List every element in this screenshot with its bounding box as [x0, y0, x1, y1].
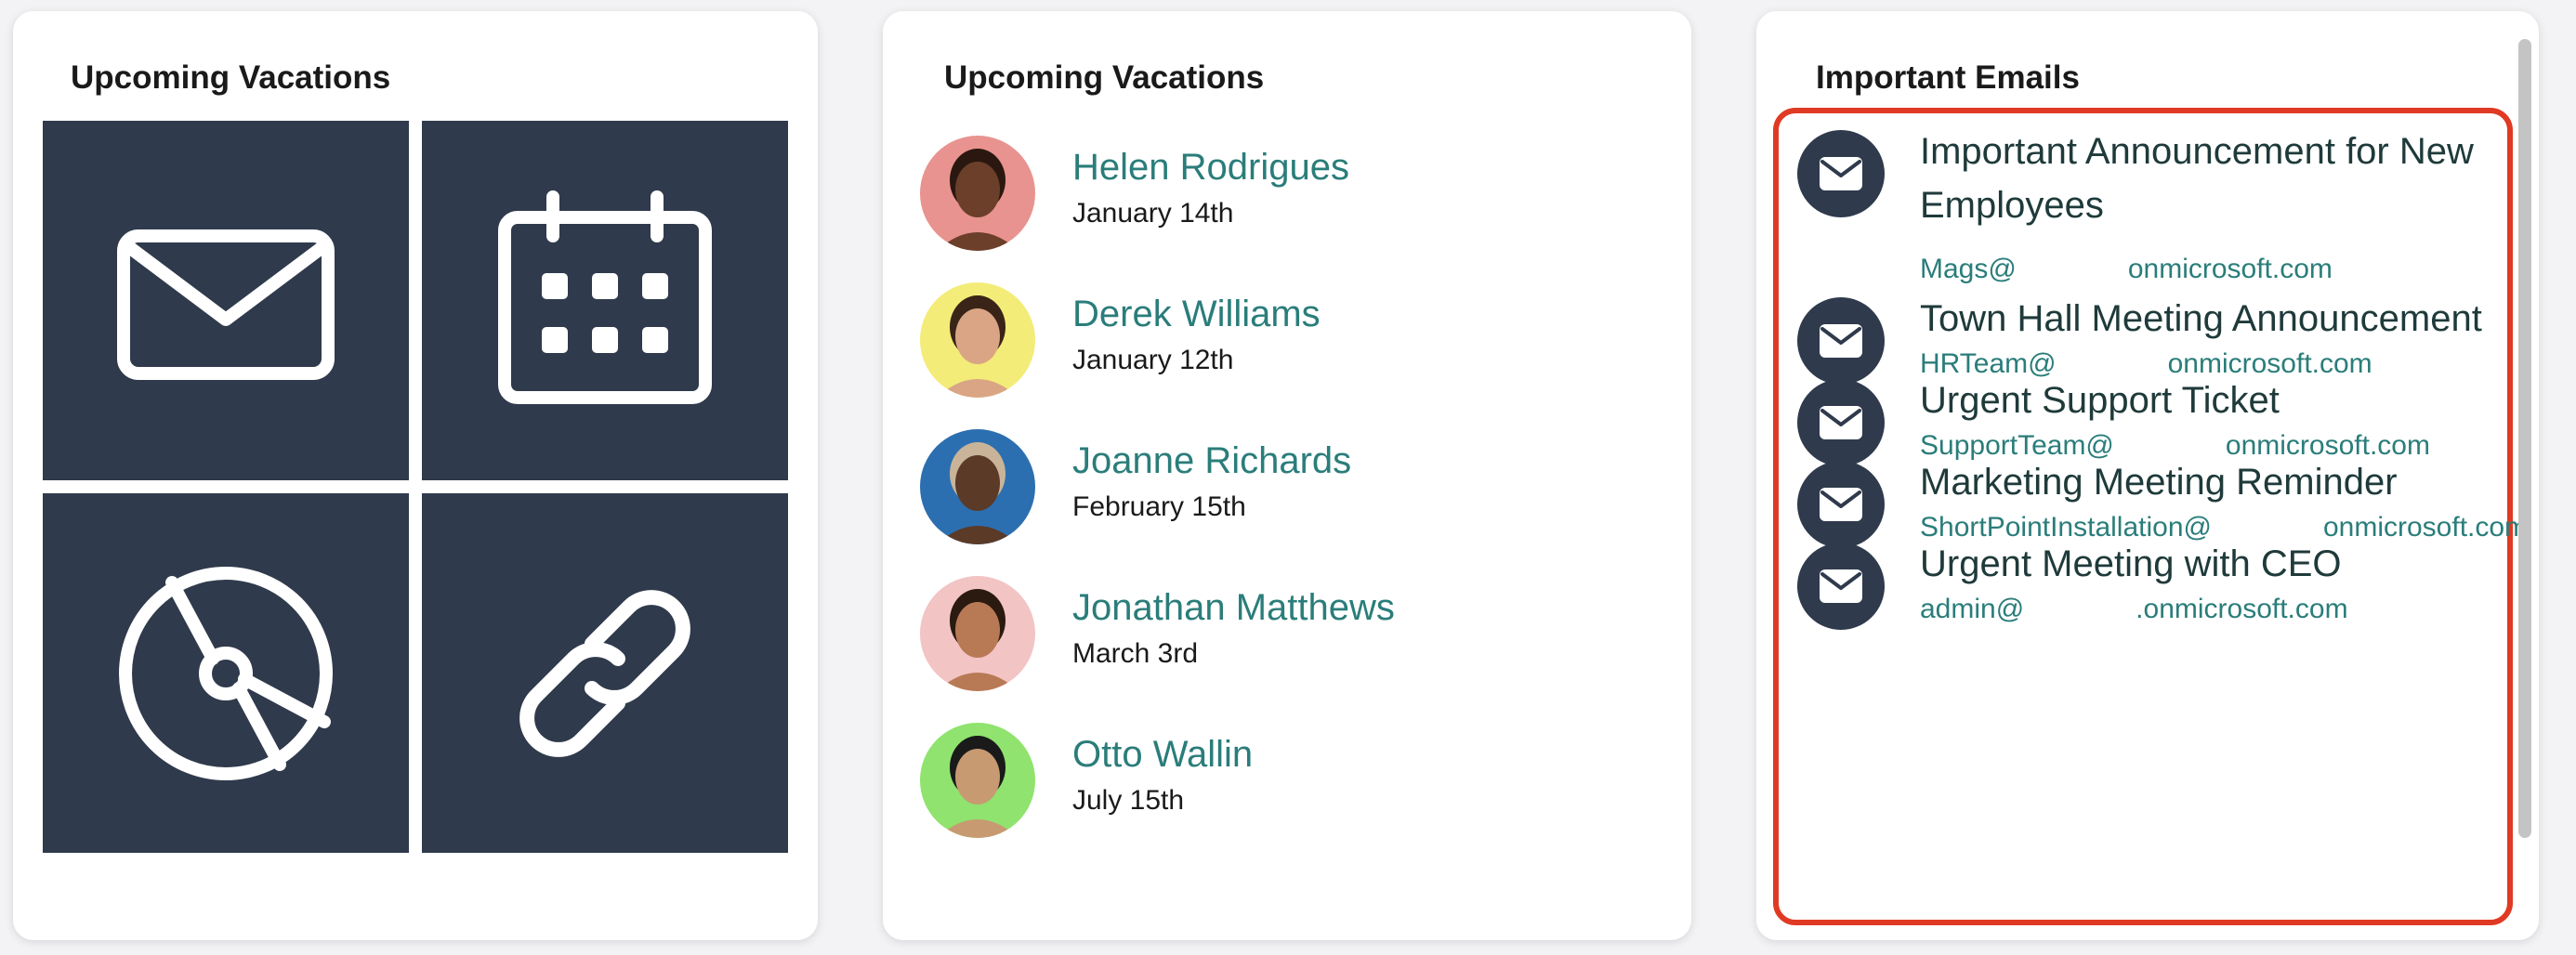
- mail-icon: [1797, 543, 1885, 630]
- important-emails-card: Important Emails Important Announcement …: [1756, 11, 2539, 940]
- list-item[interactable]: Otto Wallin July 15th: [920, 723, 1645, 870]
- mail-icon: [1797, 379, 1885, 466]
- person-name[interactable]: Joanne Richards: [1072, 438, 1351, 483]
- person-name[interactable]: Jonathan Matthews: [1072, 585, 1395, 630]
- email-subject[interactable]: Marketing Meeting Reminder: [1920, 455, 2496, 509]
- person-name[interactable]: Otto Wallin: [1072, 732, 1253, 777]
- person-name[interactable]: Derek Williams: [1072, 292, 1321, 336]
- redacted-text: [2016, 256, 2128, 285]
- email-subject[interactable]: Important Announcement for New Employees: [1920, 124, 2496, 232]
- email-subject[interactable]: Urgent Meeting with CEO: [1920, 537, 2496, 591]
- email-sender: admin@ .onmicrosoft.com: [1920, 591, 2348, 628]
- email-item[interactable]: Important Announcement for New Employees…: [1790, 124, 2505, 290]
- vacation-date: February 15th: [1072, 491, 1246, 522]
- email-item[interactable]: Town Hall Meeting Announcement HRTeam@ onm…: [1790, 292, 2505, 385]
- sender-user: admin@: [1920, 594, 2025, 624]
- card-title: Upcoming Vacations: [944, 59, 1265, 96]
- list-item[interactable]: Joanne Richards February 15th: [920, 429, 1645, 576]
- mail-tile[interactable]: [43, 121, 409, 480]
- scrollbar[interactable]: [2518, 39, 2531, 838]
- mail-icon: [1797, 297, 1885, 385]
- avatar: [920, 429, 1035, 544]
- list-item[interactable]: Jonathan Matthews March 3rd: [920, 576, 1645, 723]
- card-title: Upcoming Vacations: [71, 59, 391, 96]
- mail-icon: [1797, 130, 1885, 217]
- vacation-date: January 12th: [1072, 345, 1234, 375]
- person-name[interactable]: Helen Rodrigues: [1072, 145, 1349, 190]
- avatar: [920, 723, 1035, 838]
- list-item[interactable]: Derek Williams January 12th: [920, 282, 1645, 429]
- email-item[interactable]: Urgent Support Ticket SupportTeam@ onmicro…: [1790, 373, 2505, 466]
- vacation-date: March 3rd: [1072, 638, 1199, 669]
- email-list: Important Announcement for New Employees…: [1773, 108, 2528, 925]
- redacted-text: [2024, 596, 2136, 625]
- mail-icon: [117, 229, 335, 380]
- email-item[interactable]: Urgent Meeting with CEO admin@ .onmicrosof…: [1790, 537, 2505, 630]
- avatar: [920, 136, 1035, 251]
- vacations-tiles-card: Upcoming Vacations: [13, 11, 818, 940]
- email-subject[interactable]: Town Hall Meeting Announcement: [1920, 292, 2496, 346]
- vacations-people-card: Upcoming Vacations Helen Rodrigues Januar…: [883, 11, 1691, 940]
- email-subject[interactable]: Urgent Support Ticket: [1920, 373, 2496, 427]
- avatar: [920, 576, 1035, 691]
- list-item[interactable]: Helen Rodrigues January 14th: [920, 136, 1645, 282]
- sender-domain: onmicrosoft.com: [2127, 254, 2333, 284]
- card-title: Important Emails: [1816, 59, 2080, 96]
- people-list: Helen Rodrigues January 14th Derek William…: [920, 136, 1645, 870]
- vacation-date: July 15th: [1072, 785, 1185, 816]
- sender-domain: .onmicrosoft.com: [2136, 594, 2348, 624]
- email-item[interactable]: Marketing Meeting Reminder ShortPointInst…: [1790, 455, 2528, 548]
- tile-grid: [43, 121, 788, 853]
- avatar: [920, 282, 1035, 398]
- vacation-date: January 14th: [1072, 198, 1234, 229]
- mail-icon: [1797, 461, 1885, 548]
- disc-icon: [119, 566, 333, 780]
- link-icon: [519, 589, 690, 757]
- disc-tile[interactable]: [43, 493, 409, 853]
- calendar-icon: [498, 190, 712, 404]
- link-tile[interactable]: [422, 493, 788, 853]
- calendar-tile[interactable]: [422, 121, 788, 480]
- email-sender: Mags@ onmicrosoft.com: [1920, 251, 2333, 288]
- sender-user: Mags@: [1920, 254, 2017, 284]
